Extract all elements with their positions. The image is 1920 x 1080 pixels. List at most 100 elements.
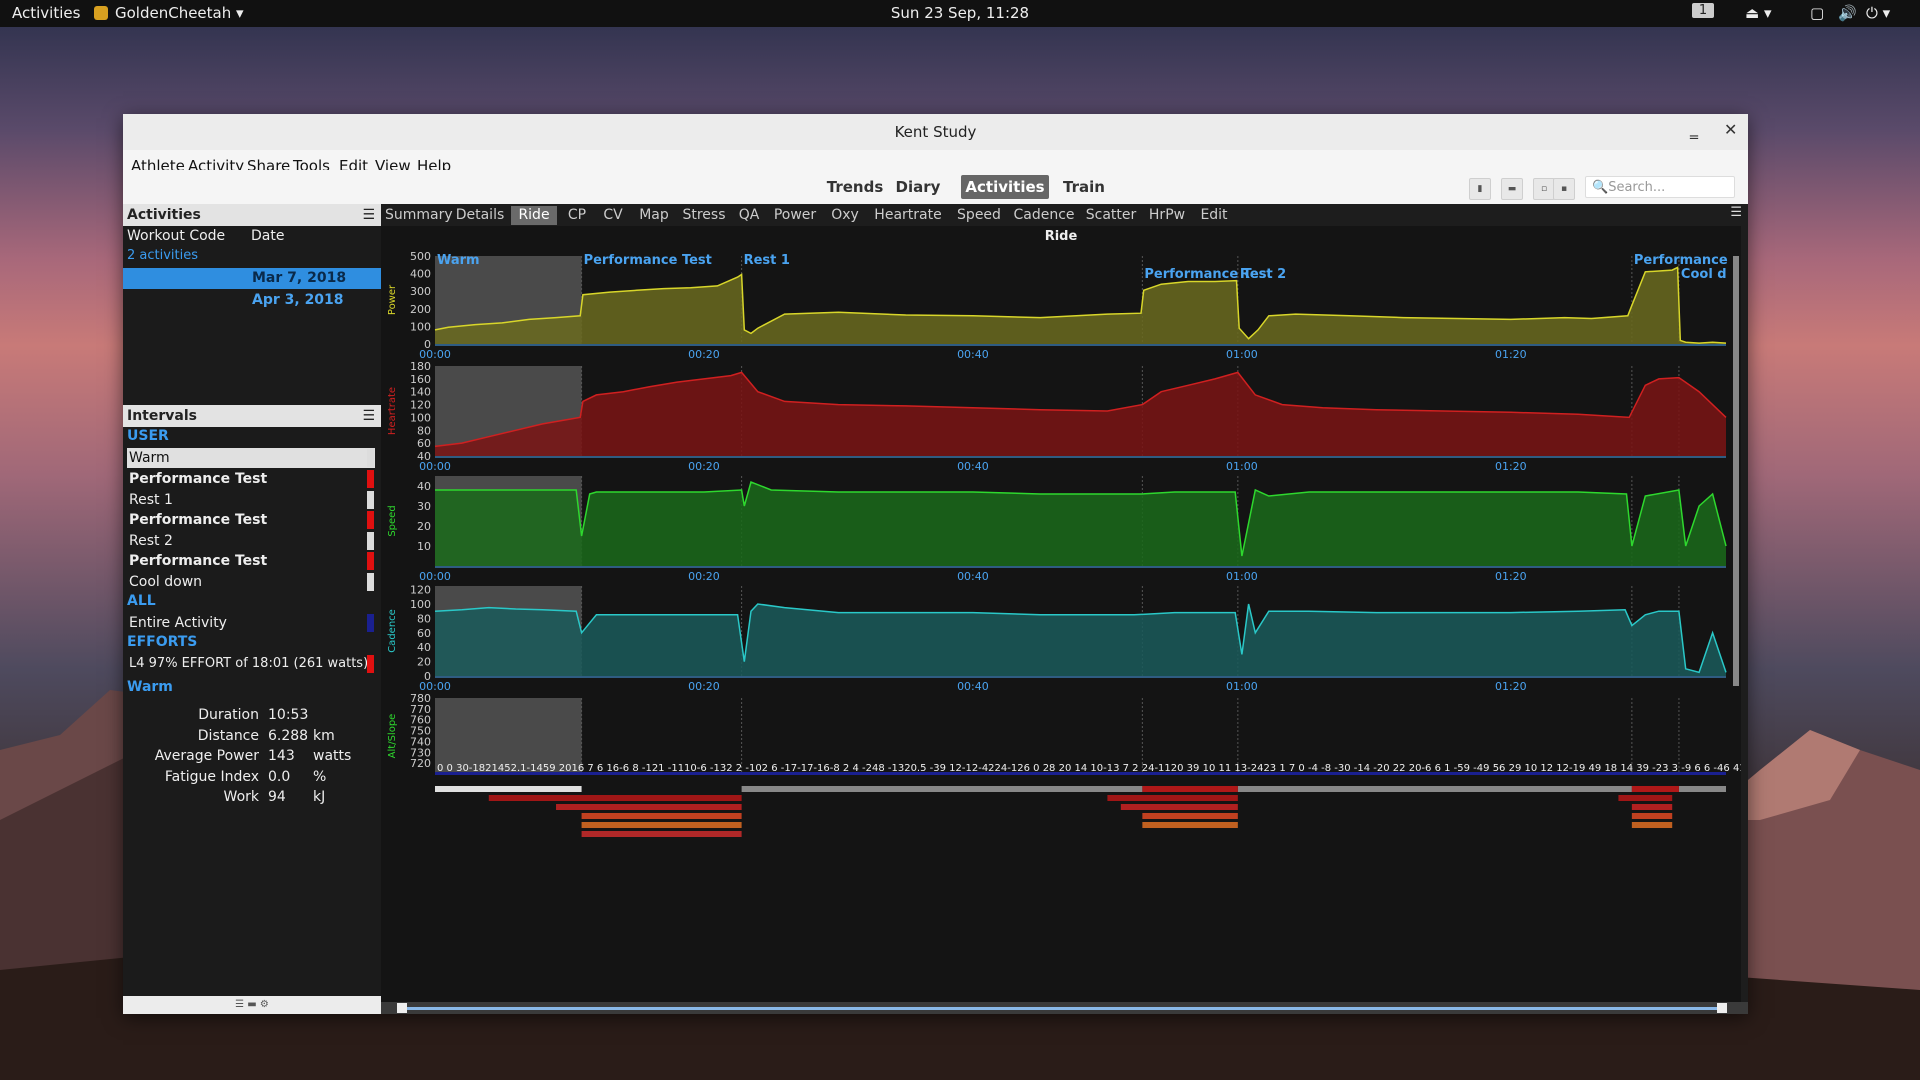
tab-diary[interactable]: Diary [893,175,943,199]
interval-bar[interactable] [741,786,1143,792]
layout-tiled-icon[interactable]: ▪ [1553,178,1575,200]
interval-bar[interactable] [581,831,742,837]
interval-bar[interactable] [1142,786,1238,792]
workspace-indicator[interactable]: 1 [1692,3,1714,18]
interval-item[interactable]: Rest 2 [127,531,375,551]
x-tick-label: 00:20 [688,460,720,473]
y-tick-label: 20 [417,520,431,533]
interval-item[interactable]: L4 97% EFFORT of 18:01 (261 watts) [127,654,375,674]
toggle-bottom-icon[interactable]: ▬ [1501,178,1523,200]
y-tick-label: 120 [410,584,431,597]
close-button[interactable]: ✕ [1724,120,1737,139]
interval-item[interactable]: Entire Activity [127,613,375,633]
tab-stress[interactable]: Stress [679,206,729,225]
group-user[interactable]: USER [127,428,169,444]
tab-summary[interactable]: Summary [385,206,453,225]
screen-icon[interactable]: ▢ [1810,4,1824,22]
horizontal-scrollbar[interactable] [381,1002,1748,1014]
tab-qa[interactable]: QA [733,206,765,225]
interval-bar[interactable] [1631,804,1673,810]
tab-trends[interactable]: Trends [825,175,885,199]
interval-bar[interactable] [1678,786,1726,792]
search-input[interactable]: 🔍Search... [1585,176,1735,198]
interval-item[interactable]: Performance Test [127,469,375,489]
y-tick-label: 40 [417,480,431,493]
interval-bar[interactable] [581,813,742,819]
interval-bar[interactable] [1107,795,1238,801]
interval-item[interactable]: Performance Test [127,510,375,530]
chart-menu-icon[interactable]: ☰ [1730,205,1742,220]
x-tick-label: 00:40 [957,680,989,693]
tab-activities[interactable]: Activities [961,175,1049,199]
y-tick-label: 180 [410,360,431,373]
interval-bar[interactable] [1631,822,1673,828]
group-efforts[interactable]: EFFORTS [127,634,197,650]
folder-icon[interactable]: ▬ [247,999,256,1010]
tab-map[interactable]: Map [635,206,673,225]
interval-label: Cool d [1681,267,1727,282]
col-date[interactable]: Date [251,228,284,244]
x-tick-label: 00:40 [957,570,989,583]
y-tick-label: 30 [417,500,431,513]
col-workout-code[interactable]: Workout Code [127,228,225,244]
activity-row[interactable]: Apr 3, 2018 [123,290,381,311]
layout-tabbed-icon[interactable]: ▫ [1533,178,1555,200]
scroll-handle-left[interactable] [397,1003,407,1013]
toggle-sidebar-icon[interactable]: ▮ [1469,178,1491,200]
summary-key: Fatigue Index [164,769,259,785]
activities-menu-icon[interactable]: ☰ [362,204,375,226]
system-top-bar: Activities GoldenCheetah ▾ Sun 23 Sep, 1… [0,0,1920,27]
list-icon[interactable]: ☰ [235,999,244,1010]
x-tick-label: 00:20 [688,680,720,693]
sidebar-footer: ☰ ▬ ⚙ [123,996,381,1014]
settings-icon[interactable]: ⚙ [260,999,269,1010]
summary-title: Warm [127,679,173,695]
interval-bar[interactable] [581,822,742,828]
interval-bar[interactable] [435,786,582,792]
interval-bar[interactable] [556,804,742,810]
interval-item[interactable]: Performance Test [127,551,375,571]
tab-scatter[interactable]: Scatter [1083,206,1139,225]
interval-color-swatch [367,511,374,529]
tab-edit[interactable]: Edit [1195,206,1233,225]
tab-speed[interactable]: Speed [953,206,1005,225]
interval-bar[interactable] [1120,804,1238,810]
tab-train[interactable]: Train [1059,175,1109,199]
interval-bar[interactable] [1237,786,1632,792]
y-tick-label: 40 [417,641,431,654]
tab-heartrate[interactable]: Heartrate [869,206,947,225]
tab-details[interactable]: Details [455,206,505,225]
interval-bar[interactable] [1631,813,1673,819]
power-icon[interactable]: ⏻ ▾ [1866,4,1890,22]
activity-row[interactable]: Mar 7, 2018 [123,268,381,289]
interval-label: Performance [1634,253,1728,268]
interval-label: Warm [437,253,480,268]
interval-item[interactable]: Cool down [127,572,375,592]
interval-label: Rest 2 [1240,267,1286,282]
minimize-button[interactable]: ‗ [1690,120,1698,139]
scroll-handle-right[interactable] [1717,1003,1727,1013]
interval-item[interactable]: Warm [127,448,375,468]
tab-oxy[interactable]: Oxy [827,206,863,225]
tab-power[interactable]: Power [769,206,821,225]
eject-icon[interactable]: ⏏ ▾ [1745,4,1771,22]
volume-icon[interactable]: 🔊 [1838,4,1857,22]
interval-bar[interactable] [1618,795,1673,801]
tab-cp[interactable]: CP [561,206,593,225]
tab-cv[interactable]: CV [597,206,629,225]
intervals-menu-icon[interactable]: ☰ [362,405,375,427]
interval-bar[interactable] [1142,822,1238,828]
interval-bar[interactable] [1631,786,1679,792]
ride-chart[interactable]: RidePower010020030040050000:00 00:20 00:40… [381,226,1765,1002]
tab-ride[interactable]: Ride [511,206,557,225]
tab-hrpw[interactable]: HrPw [1145,206,1189,225]
interval-bar[interactable] [488,795,742,801]
interval-color-swatch [367,532,374,550]
y-tick-label: 200 [410,303,431,316]
interval-bar[interactable] [1142,813,1238,819]
clock[interactable]: Sun 23 Sep, 11:28 [0,4,1920,22]
group-all[interactable]: ALL [127,593,156,609]
tab-cadence[interactable]: Cadence [1011,206,1077,225]
interval-item[interactable]: Rest 1 [127,490,375,510]
vertical-scrollbar[interactable] [1733,256,1739,686]
